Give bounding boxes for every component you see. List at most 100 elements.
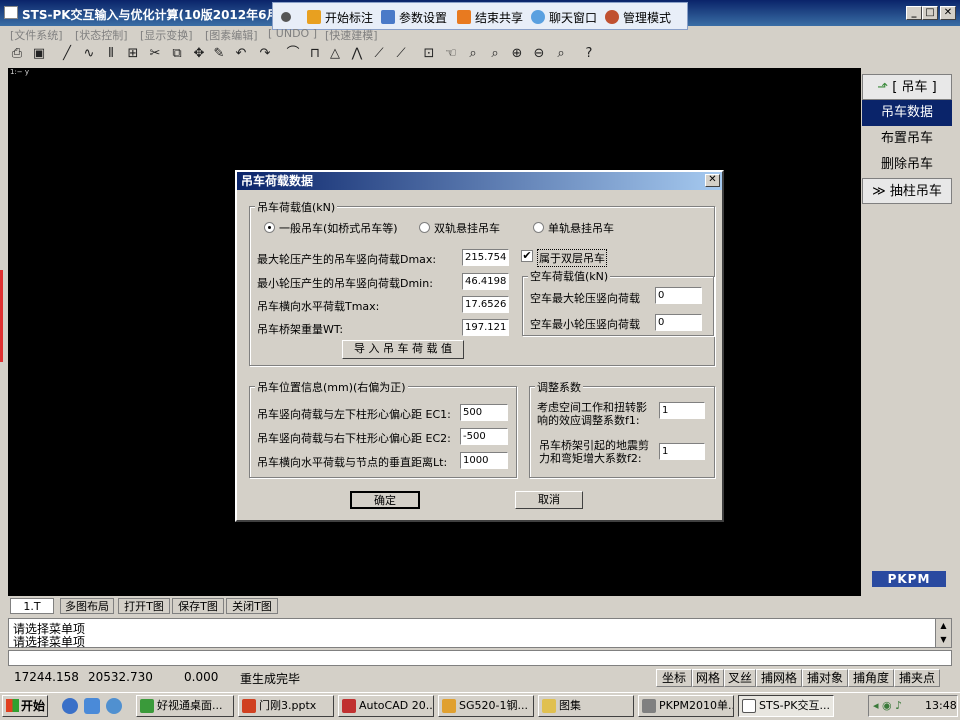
ec2-field[interactable]: -500 xyxy=(460,428,508,445)
radio-single-rail-crane[interactable] xyxy=(533,222,544,233)
pin-icon[interactable] xyxy=(281,8,295,26)
help-icon[interactable]: ? xyxy=(580,45,598,63)
brace-icon[interactable]: ⟋ xyxy=(392,45,410,63)
menu-file-system[interactable]: [文件系统] xyxy=(10,27,63,43)
command-scrollbar[interactable]: ▲ ▼ xyxy=(935,619,951,647)
cancel-button[interactable]: 取消 xyxy=(515,491,583,509)
zoom-realtime-icon[interactable]: ⌕ xyxy=(486,45,504,63)
task-pkpm2010[interactable]: PKPM2010单... xyxy=(638,695,734,717)
menu-column-extraction-crane[interactable]: ≫ 抽柱吊车 xyxy=(862,178,952,204)
zoom-out-icon[interactable]: ⊖ xyxy=(530,45,548,63)
tab-save-t[interactable]: 保存T图 xyxy=(172,598,224,614)
parallel-lines-icon[interactable]: ⦀ xyxy=(102,45,120,63)
zoom-previous-icon[interactable]: ⌕ xyxy=(552,45,570,63)
close-button[interactable]: ✕ xyxy=(940,6,956,20)
crane-menu-header[interactable]: ⬏ [ 吊车 ] xyxy=(862,74,952,100)
menu-place-crane[interactable]: 布置吊车 xyxy=(862,126,952,152)
toggle-crosshair[interactable]: 叉丝 xyxy=(724,669,756,687)
f2-field[interactable]: 1 xyxy=(659,443,705,460)
dialog-close-button[interactable]: ✕ xyxy=(705,174,720,187)
slope-icon[interactable]: ⟋ xyxy=(370,45,388,63)
pkpm-logo: PKPM xyxy=(872,571,946,587)
dialog-title: 吊车荷载数据 xyxy=(237,172,722,190)
menu-display-transform[interactable]: [显示变换] xyxy=(140,27,193,43)
pan-icon[interactable]: ☜ xyxy=(442,45,460,63)
toggle-snap-object[interactable]: 捕对象 xyxy=(802,669,848,687)
toggle-snap-angle[interactable]: 捕角度 xyxy=(848,669,894,687)
task-ppt[interactable]: 门刚3.pptx xyxy=(238,695,334,717)
toggle-snap-grip[interactable]: 捕夹点 xyxy=(894,669,940,687)
ok-button[interactable]: 确定 xyxy=(350,491,420,509)
status-bar: 17244.158 20532.730 0.000 重生成完毕 坐标 网格 叉丝… xyxy=(0,668,960,688)
ie-quicklaunch-icon[interactable] xyxy=(62,698,78,714)
toggle-grid[interactable]: 网格 xyxy=(692,669,724,687)
task-haoshitong[interactable]: 好视通桌面... xyxy=(136,695,234,717)
radio-general-crane-label: 一般吊车(如桥式吊车等) xyxy=(279,222,398,235)
dmin-field[interactable]: 46.4198 xyxy=(462,273,509,290)
start-button[interactable]: 开始 xyxy=(2,695,48,717)
task-sts-pk[interactable]: STS-PK交互... xyxy=(738,695,834,717)
frame-icon[interactable]: ⊓ xyxy=(306,45,324,63)
empty-max-field[interactable]: 0 xyxy=(655,287,702,304)
grid-icon[interactable]: ⊞ xyxy=(124,45,142,63)
command-input[interactable] xyxy=(8,650,952,666)
line-icon[interactable]: ╱ xyxy=(58,45,76,63)
menu-state-control[interactable]: [状态控制] xyxy=(75,27,128,43)
truss-icon[interactable]: △ xyxy=(326,45,344,63)
edit-icon[interactable]: ✎ xyxy=(210,45,228,63)
outlook-quicklaunch-icon[interactable] xyxy=(84,698,100,714)
tab-open-t[interactable]: 打开T图 xyxy=(118,598,170,614)
autocad-icon xyxy=(342,699,356,713)
zoom-all-icon[interactable]: ⊡ xyxy=(420,45,438,63)
ec1-field[interactable]: 500 xyxy=(460,404,508,421)
crane-load-dialog: 吊车荷载数据 ✕ 吊车荷载值(kN) 一般吊车(如桥式吊车等) 双轨悬挂吊车 单… xyxy=(235,170,724,522)
admin-mode-button[interactable]: 管理模式 xyxy=(605,8,671,26)
menu-crane-data[interactable]: 吊车数据 xyxy=(862,100,952,126)
menu-undo[interactable]: [ UNDO ] xyxy=(268,27,317,40)
tab-close-t[interactable]: 关闭T图 xyxy=(226,598,278,614)
double-layer-checkbox[interactable]: ✔ xyxy=(521,250,533,262)
copy-icon[interactable]: ⧉ xyxy=(168,45,186,63)
dmin-label: 最小轮压产生的吊车竖向荷载Dmin: xyxy=(257,277,433,290)
task-autocad[interactable]: AutoCAD 20... xyxy=(338,695,434,717)
roof-icon[interactable]: ⋀ xyxy=(348,45,366,63)
menu-element-edit[interactable]: [图素编辑] xyxy=(205,27,258,43)
delete-icon[interactable]: ✂ xyxy=(146,45,164,63)
polyline-icon[interactable]: ∿ xyxy=(80,45,98,63)
browser-quicklaunch-icon[interactable] xyxy=(106,698,122,714)
end-share-button[interactable]: 结束共享 xyxy=(457,8,523,26)
empty-min-field[interactable]: 0 xyxy=(655,314,702,331)
zoom-in-icon[interactable]: ⊕ xyxy=(508,45,526,63)
chat-window-button[interactable]: 聊天窗口 xyxy=(531,8,597,26)
start-annotate-button[interactable]: 开始标注 xyxy=(307,8,373,26)
arc-icon[interactable]: ⌒ xyxy=(284,45,302,63)
tab-multi-layout[interactable]: 多图布局 xyxy=(60,598,114,614)
radio-general-crane[interactable] xyxy=(264,222,275,233)
import-crane-load-button[interactable]: 导 入 吊 车 荷 载 值 xyxy=(342,340,464,359)
menu-delete-crane[interactable]: 删除吊车 xyxy=(862,152,952,178)
minimize-button[interactable]: _ xyxy=(906,6,922,20)
radio-double-rail-crane[interactable] xyxy=(419,222,430,233)
undo-icon[interactable]: ↶ xyxy=(232,45,250,63)
menu-quick-model[interactable]: [快速建模] xyxy=(325,27,378,43)
toggle-coordinates[interactable]: 坐标 xyxy=(656,669,692,687)
redo-icon[interactable]: ↷ xyxy=(256,45,274,63)
lt-field[interactable]: 1000 xyxy=(460,452,508,469)
f1-field[interactable]: 1 xyxy=(659,402,705,419)
print-icon[interactable]: ⎙ xyxy=(8,45,26,63)
task-atlas[interactable]: 图集 xyxy=(538,695,634,717)
tab-1t[interactable]: 1.T xyxy=(10,598,54,614)
zoom-window-icon[interactable]: ⌕ xyxy=(464,45,482,63)
crane-load-group-label: 吊车荷载值(kN) xyxy=(255,199,338,215)
save-icon[interactable]: ▣ xyxy=(30,45,48,63)
move-icon[interactable]: ✥ xyxy=(190,45,208,63)
task-sg520[interactable]: SG520-1钢... xyxy=(438,695,534,717)
maximize-button[interactable]: □ xyxy=(922,6,938,20)
param-settings-button[interactable]: 参数设置 xyxy=(381,8,447,26)
tmax-field[interactable]: 17.6526 xyxy=(462,296,509,313)
left-edge-marker xyxy=(0,270,3,362)
tray-icons[interactable]: ◂ ◉ ♪ xyxy=(873,699,902,712)
toggle-snap-grid[interactable]: 捕网格 xyxy=(756,669,802,687)
dmax-field[interactable]: 215.754 xyxy=(462,249,509,266)
wt-field[interactable]: 197.121 xyxy=(462,319,509,336)
